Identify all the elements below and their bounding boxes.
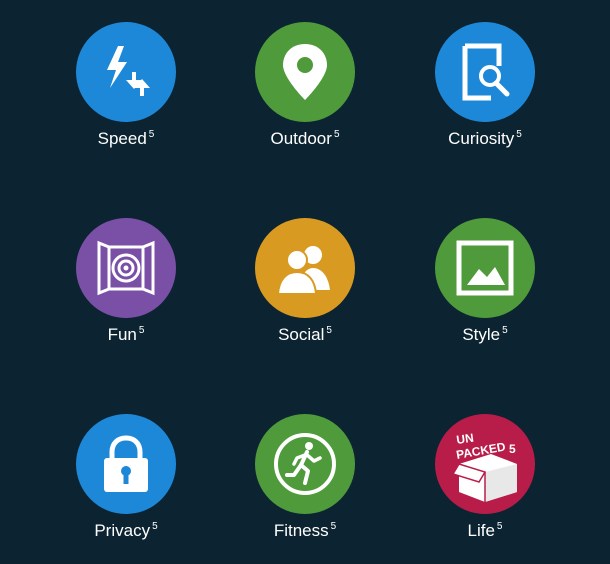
fun-circle: [76, 218, 176, 318]
tile-label-curiosity: Curiosity 5: [448, 129, 522, 148]
tile-fitness[interactable]: Fitness 5: [225, 414, 385, 564]
document-search-icon: [462, 43, 510, 101]
runner-icon: [274, 433, 336, 495]
landscape-picture-icon: [456, 240, 514, 296]
unpacked-text-5: 5: [509, 442, 516, 456]
fitness-circle: [255, 414, 355, 514]
tile-label-outdoor: Outdoor 5: [270, 129, 340, 148]
speed-circle: [76, 22, 176, 122]
style-circle: [435, 218, 535, 318]
tile-label-style: Style 5: [462, 325, 508, 344]
tile-outdoor[interactable]: Outdoor 5: [225, 22, 385, 172]
social-circle: [255, 218, 355, 318]
tile-label-social: Social 5: [278, 325, 332, 344]
tile-speed[interactable]: Speed 5: [46, 22, 206, 172]
lightning-arrows-icon: [107, 46, 150, 96]
tile-life[interactable]: UN PACKED 5 Life 5: [405, 414, 565, 564]
tile-fun[interactable]: Fun 5: [46, 218, 206, 368]
tile-privacy[interactable]: Privacy 5: [46, 414, 206, 564]
tile-label-life: Life 5: [467, 521, 503, 540]
tile-label-fun: Fun 5: [107, 325, 145, 344]
tile-curiosity[interactable]: Curiosity 5: [405, 22, 565, 172]
tile-label-privacy: Privacy 5: [94, 521, 158, 540]
privacy-circle: [76, 414, 176, 514]
map-pin-icon: [283, 44, 327, 100]
curiosity-circle: [435, 22, 535, 122]
life-circle: UN PACKED 5: [435, 414, 535, 514]
target-frame-icon: [97, 240, 155, 296]
people-icon: [276, 246, 330, 295]
tile-label-speed: Speed 5: [97, 129, 155, 148]
outdoor-circle: [255, 22, 355, 122]
unpacked-box-icon: UN PACKED 5: [451, 431, 517, 502]
tile-style[interactable]: Style 5: [405, 218, 565, 368]
tile-label-fitness: Fitness 5: [273, 521, 337, 540]
padlock-icon: [104, 435, 148, 492]
tile-social[interactable]: Social 5: [225, 218, 385, 368]
